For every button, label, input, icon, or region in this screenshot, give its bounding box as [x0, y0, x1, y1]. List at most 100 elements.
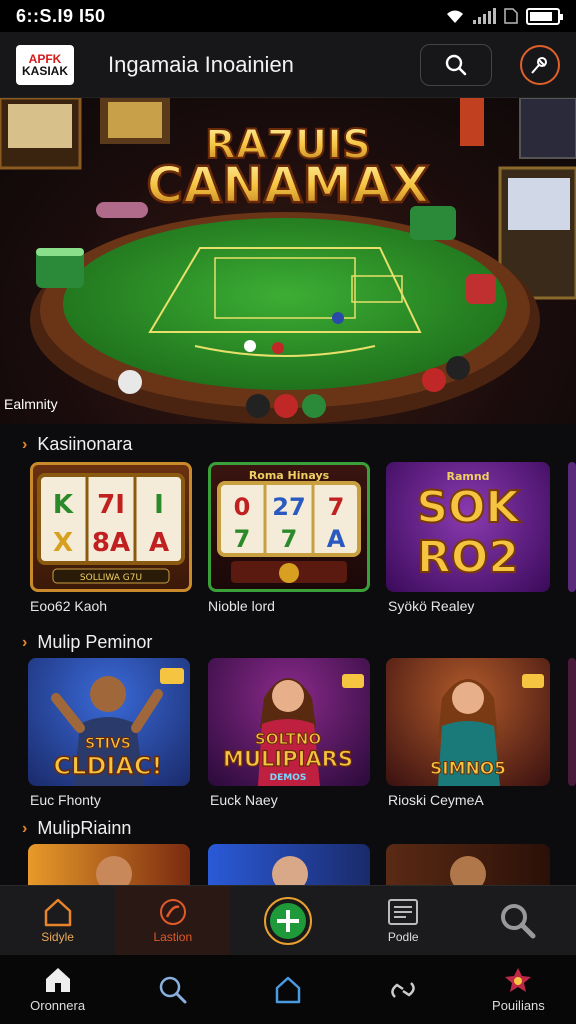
chevron-right-icon: ›: [22, 633, 28, 651]
nav2-link[interactable]: [346, 955, 461, 1024]
svg-text:A: A: [327, 525, 346, 553]
app-logo[interactable]: APFK KASIAK: [16, 44, 74, 85]
list-icon: [388, 899, 419, 925]
search-icon: [159, 976, 187, 1003]
system-bottom-nav: Oronnera Pouilians: [0, 955, 576, 1024]
game-card[interactable]: K 7I I X 8A A SOLLIWA G7U: [30, 462, 192, 592]
hero-caption: Ealmnity: [4, 396, 58, 412]
slot-machine-art: Roma Hinays 0 27 7 7 7 A: [217, 469, 361, 583]
game-card-label: Euck Naey: [210, 792, 278, 808]
home-icon: [44, 898, 71, 927]
game-card[interactable]: SIMNO5: [386, 658, 550, 786]
nav-home[interactable]: Sidyle: [0, 886, 115, 955]
logo-top-text: APFK: [28, 51, 62, 66]
svg-text:X: X: [53, 528, 73, 558]
section-title: MulipRiainn: [37, 818, 132, 838]
app-header: APFK KASIAK Ingamaia Inoainien: [0, 32, 576, 98]
nav2-pouilians[interactable]: Pouilians: [461, 955, 576, 1024]
svg-text:DEMOS: DEMOS: [270, 773, 307, 783]
search-button[interactable]: [420, 43, 492, 86]
hero-banner[interactable]: RA7UIS CANAMAX Ealmnity: [0, 98, 576, 424]
character-art: [272, 856, 308, 885]
battery-icon: [526, 7, 563, 25]
game-card[interactable]: [28, 844, 190, 885]
svg-text:K: K: [53, 490, 74, 520]
section-header-2[interactable]: › Mulip Peminor: [22, 632, 152, 653]
signal-icon: [473, 8, 496, 24]
svg-text:27: 27: [272, 493, 305, 521]
svg-text:RO2: RO2: [417, 532, 519, 583]
link-icon: [391, 981, 415, 998]
svg-text:8A: 8A: [92, 528, 130, 558]
nav-lastion[interactable]: Lastion: [115, 886, 231, 955]
chevron-right-icon: ›: [22, 435, 28, 453]
svg-text:7: 7: [328, 493, 345, 521]
game-card[interactable]: [386, 844, 550, 885]
game-card[interactable]: SOLTNO MULIPIARS DEMOS: [208, 658, 370, 786]
game-card-label: Nioble lord: [208, 598, 275, 614]
logo-bottom-text: KASIAK: [21, 63, 68, 78]
svg-text:Roma Hinays: Roma Hinays: [249, 469, 330, 482]
game-card-label: Syökö Realey: [388, 598, 475, 614]
game-card[interactable]: Roma Hinays 0 27 7 7 7 A: [208, 462, 370, 592]
game-card[interactable]: Ramnd SOK RO2: [386, 462, 550, 592]
app-title: Ingamaia Inoainien: [108, 51, 294, 77]
nav-label: Oronnera: [30, 998, 86, 1013]
game-card-label: Eoo62 Kaoh: [30, 598, 108, 614]
game-card[interactable]: [208, 844, 370, 885]
section-header-3[interactable]: › MulipRiainn: [22, 818, 131, 839]
game-card-peek[interactable]: [568, 462, 576, 592]
nav2-home[interactable]: Oronnera: [0, 955, 115, 1024]
svg-text:SIMNO5: SIMNO5: [430, 759, 506, 779]
game-card-peek[interactable]: [568, 658, 576, 786]
character-art: STIVS CLDIAC!: [51, 668, 184, 786]
search-icon: [445, 54, 467, 75]
svg-text:0: 0: [234, 493, 251, 521]
svg-text:A: A: [149, 528, 169, 558]
slot-machine-art: K 7I I X 8A A SOLLIWA G7U: [37, 473, 185, 584]
plus-icon: [264, 896, 312, 945]
nav-search[interactable]: [461, 886, 576, 955]
section-title: Kasiinonara: [37, 434, 133, 454]
status-bar: 6::S.I9 I50: [0, 0, 576, 32]
search-icon: [501, 903, 536, 938]
house-outline-icon: [275, 976, 301, 1003]
sim-icon: [504, 8, 518, 24]
text-art: Ramnd SOK RO2: [415, 470, 522, 584]
character-art: [96, 856, 132, 885]
nav-label: Sidyle: [41, 930, 74, 944]
wifi-icon: [447, 10, 463, 23]
nav2-search[interactable]: [115, 955, 230, 1024]
pin-icon: [531, 56, 547, 74]
nav2-house[interactable]: [230, 955, 345, 1024]
chili-icon: [159, 899, 186, 925]
game-card-label: Rioski CeymeA: [388, 792, 484, 808]
home-icon: [45, 968, 70, 992]
svg-text:SOLTNO: SOLTNO: [255, 730, 321, 748]
status-icons: [445, 7, 563, 25]
nav-add[interactable]: [230, 886, 345, 955]
profile-button[interactable]: [520, 44, 560, 85]
section-header-1[interactable]: › Kasiinonara: [22, 434, 132, 455]
svg-text:STIVS: STIVS: [85, 736, 131, 752]
game-card-label: Euc Fhonty: [30, 792, 101, 808]
section-title: Mulip Peminor: [37, 632, 153, 652]
star-badge-icon: [505, 968, 532, 992]
svg-text:CLDIAC!: CLDIAC!: [54, 752, 163, 780]
character-art: [450, 856, 486, 885]
game-card[interactable]: STIVS CLDIAC!: [28, 658, 190, 786]
nav-podle[interactable]: Podle: [346, 886, 461, 955]
banner-title-line2: CANAMAX: [147, 156, 430, 214]
chevron-right-icon: ›: [22, 819, 28, 837]
character-art: SOLTNO MULIPIARS DEMOS: [222, 674, 364, 786]
svg-text:7: 7: [234, 525, 251, 553]
hero-artwork: RA7UIS CANAMAX: [0, 98, 576, 424]
nav-label: Podle: [387, 930, 419, 944]
svg-text:7: 7: [281, 525, 298, 553]
svg-text:SOLLIWA G7U: SOLLIWA G7U: [80, 573, 142, 583]
svg-text:SOK: SOK: [416, 482, 521, 533]
character-art: SIMNO5: [430, 674, 544, 786]
svg-text:I: I: [154, 490, 164, 520]
nav-label: Lastion: [153, 930, 193, 944]
status-time: 6::S.I9 I50: [16, 5, 106, 26]
